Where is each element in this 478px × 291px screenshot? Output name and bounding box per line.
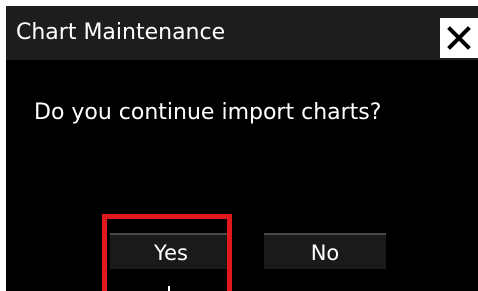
dialog-title: Chart Maintenance: [16, 20, 226, 45]
pointer-line: [168, 286, 170, 291]
close-icon: [447, 26, 471, 50]
dialog-message: Do you continue import charts?: [34, 100, 382, 125]
highlight-box: [102, 214, 232, 291]
no-button[interactable]: No: [264, 233, 386, 269]
chart-maintenance-dialog: Chart Maintenance Do you continue import…: [6, 6, 478, 291]
dialog-titlebar: Chart Maintenance: [6, 6, 478, 60]
screenshot-frame: Chart Maintenance Do you continue import…: [0, 0, 478, 291]
close-button[interactable]: [440, 18, 478, 58]
